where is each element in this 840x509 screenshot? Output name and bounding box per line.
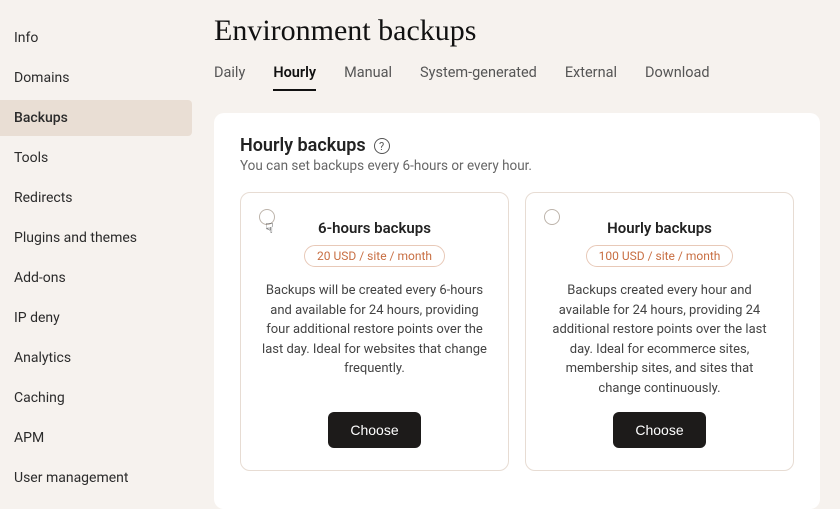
content-panel: Hourly backups ? You can set backups eve… <box>214 113 820 509</box>
sidebar-item-caching[interactable]: Caching <box>0 380 192 416</box>
sidebar-item-label: Analytics <box>14 350 71 366</box>
tab-system-generated[interactable]: System-generated <box>420 64 537 91</box>
backup-options: ☟ 6-hours backups 20 USD / site / month … <box>240 192 794 471</box>
tab-label: External <box>565 64 617 81</box>
option-description: Backups created every hour and available… <box>546 281 773 398</box>
sidebar-item-apm[interactable]: APM <box>0 420 192 456</box>
tab-daily[interactable]: Daily <box>214 64 245 91</box>
choose-button-label: Choose <box>635 422 683 438</box>
tab-label: Daily <box>214 64 245 81</box>
sidebar-item-label: IP deny <box>14 310 60 326</box>
sidebar-item-info[interactable]: Info <box>0 20 192 56</box>
sidebar-item-label: Redirects <box>14 190 73 206</box>
section-header: Hourly backups ? <box>240 135 794 156</box>
sidebar-item-label: User management <box>14 470 128 486</box>
choose-button[interactable]: Choose <box>613 412 705 448</box>
sidebar-item-label: Domains <box>14 70 69 86</box>
tab-label: Manual <box>344 64 392 81</box>
sidebar-item-label: Caching <box>14 390 65 406</box>
tab-download[interactable]: Download <box>645 64 710 91</box>
tab-label: System-generated <box>420 64 537 81</box>
tabs: Daily Hourly Manual System-generated Ext… <box>214 64 820 91</box>
sidebar-item-label: Info <box>14 30 38 46</box>
choose-button-label: Choose <box>350 422 398 438</box>
sidebar-item-analytics[interactable]: Analytics <box>0 340 192 376</box>
tab-label: Download <box>645 64 710 81</box>
choose-button[interactable]: Choose <box>328 412 420 448</box>
sidebar-item-add-ons[interactable]: Add-ons <box>0 260 192 296</box>
sidebar: Info Domains Backups Tools Redirects Plu… <box>0 0 192 509</box>
sidebar-item-backups[interactable]: Backups <box>0 100 192 136</box>
option-description: Backups will be created every 6-hours an… <box>261 281 488 398</box>
price-badge: 100 USD / site / month <box>586 245 734 267</box>
section-title: Hourly backups <box>240 135 366 156</box>
sidebar-item-domains[interactable]: Domains <box>0 60 192 96</box>
sidebar-item-ip-deny[interactable]: IP deny <box>0 300 192 336</box>
price-badge: 20 USD / site / month <box>304 245 445 267</box>
option-title: 6-hours backups <box>318 219 431 237</box>
radio-icon[interactable] <box>259 209 275 225</box>
radio-icon[interactable] <box>544 209 560 225</box>
sidebar-item-user-activity[interactable]: User activity <box>0 500 192 509</box>
sidebar-item-label: Tools <box>14 150 48 166</box>
sidebar-item-user-management[interactable]: User management <box>0 460 192 496</box>
sidebar-item-plugins-and-themes[interactable]: Plugins and themes <box>0 220 192 256</box>
section-subtitle: You can set backups every 6-hours or eve… <box>240 158 794 174</box>
page-title: Environment backups <box>214 14 820 48</box>
sidebar-item-label: Plugins and themes <box>14 230 137 246</box>
sidebar-item-label: APM <box>14 430 44 446</box>
help-icon[interactable]: ? <box>374 138 390 154</box>
tab-hourly[interactable]: Hourly <box>273 64 316 91</box>
option-card-hourly[interactable]: Hourly backups 100 USD / site / month Ba… <box>525 192 794 471</box>
tab-external[interactable]: External <box>565 64 617 91</box>
tab-manual[interactable]: Manual <box>344 64 392 91</box>
sidebar-item-tools[interactable]: Tools <box>0 140 192 176</box>
sidebar-item-label: Backups <box>14 110 68 126</box>
option-title: Hourly backups <box>607 219 712 237</box>
main-content: Environment backups Daily Hourly Manual … <box>192 0 840 509</box>
option-card-6-hours[interactable]: ☟ 6-hours backups 20 USD / site / month … <box>240 192 509 471</box>
sidebar-item-label: Add-ons <box>14 270 66 286</box>
sidebar-item-redirects[interactable]: Redirects <box>0 180 192 216</box>
tab-label: Hourly <box>273 64 316 81</box>
